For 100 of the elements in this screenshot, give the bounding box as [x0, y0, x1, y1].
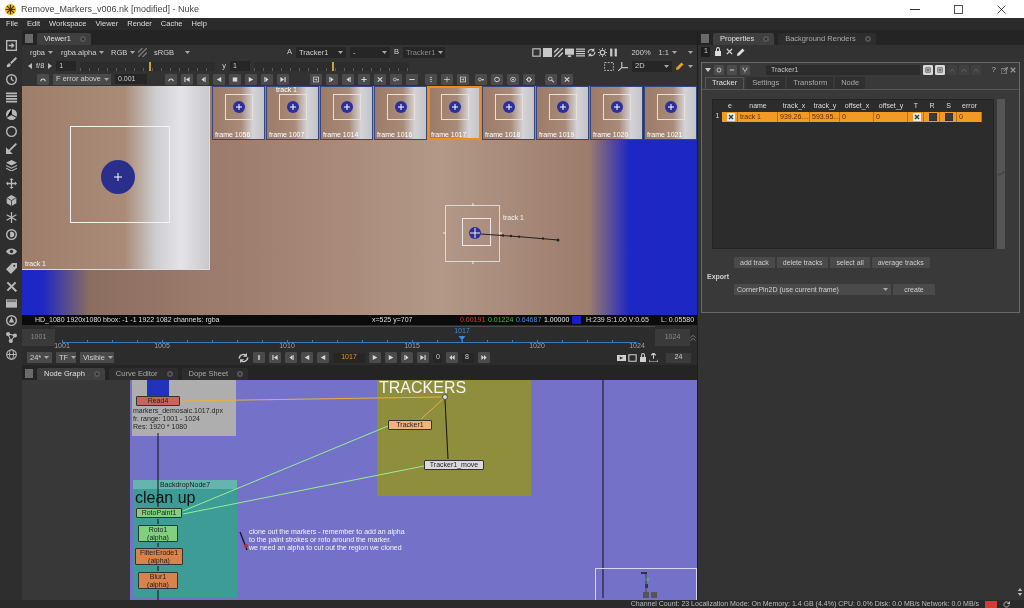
connection-line[interactable] — [157, 589, 159, 600]
crosshair-icon[interactable] — [441, 73, 453, 85]
skip-start-icon[interactable] — [269, 352, 281, 363]
connection-line[interactable] — [444, 399, 449, 460]
fast-forward-icon[interactable] — [478, 352, 490, 363]
box-arrow-icon[interactable] — [457, 73, 469, 85]
skip-end-icon[interactable] — [277, 73, 289, 85]
key-icon[interactable] — [475, 73, 487, 85]
step-back-icon[interactable] — [342, 73, 354, 85]
lines-icon[interactable] — [576, 48, 586, 57]
step-forward-icon[interactable] — [261, 73, 273, 85]
target-icon[interactable] — [507, 73, 519, 85]
gamma-slider[interactable] — [254, 61, 410, 71]
play-icon[interactable] — [369, 352, 381, 363]
play-backward-icon[interactable] — [213, 73, 225, 85]
frame-icon[interactable] — [628, 353, 637, 362]
connection-line[interactable] — [157, 518, 159, 525]
play-backward-icon[interactable] — [301, 352, 313, 363]
asterisk-icon[interactable] — [5, 211, 17, 223]
eye-icon[interactable] — [5, 246, 17, 258]
collapse-icon[interactable] — [705, 68, 711, 72]
upload-icon[interactable] — [649, 353, 658, 362]
maximize-icon[interactable] — [954, 4, 963, 14]
clock-icon[interactable] — [5, 74, 17, 86]
circle-icon[interactable] — [714, 65, 724, 75]
tracker-box[interactable] — [443, 203, 503, 265]
stacked-lines-icon[interactable] — [5, 91, 17, 103]
close-icon[interactable] — [1010, 67, 1016, 73]
loop-icon[interactable] — [238, 352, 249, 363]
cube-icon[interactable] — [5, 194, 17, 206]
globe-icon[interactable] — [5, 349, 17, 361]
triangle-circle-icon[interactable] — [5, 315, 17, 326]
layers-icon[interactable] — [5, 160, 17, 172]
refresh-icon[interactable] — [587, 48, 597, 57]
fork-icon[interactable] — [740, 65, 750, 75]
pencil-icon[interactable] — [737, 47, 745, 56]
minus-icon[interactable] — [406, 73, 418, 85]
arc-icon[interactable] — [37, 73, 49, 85]
nodes-icon[interactable] — [5, 332, 17, 344]
stripes-icon[interactable] — [554, 48, 564, 57]
refresh-icon[interactable] — [1003, 600, 1010, 608]
arrow-left-icon[interactable] — [28, 63, 32, 69]
step-back-icon[interactable] — [197, 73, 209, 85]
box-arrow-icon[interactable] — [5, 40, 17, 51]
rewind-icon[interactable] — [446, 352, 458, 363]
arrow-right-icon[interactable] — [48, 63, 53, 69]
float-icon[interactable] — [1001, 66, 1008, 74]
panel-icon[interactable] — [5, 297, 17, 309]
checkbox[interactable] — [945, 113, 953, 121]
connection-line[interactable] — [157, 432, 159, 508]
slider-thumb[interactable] — [331, 61, 334, 71]
video-icon[interactable] — [617, 353, 626, 362]
ring-icon[interactable] — [491, 73, 503, 85]
play-backward-icon[interactable] — [317, 352, 329, 363]
play-icon[interactable] — [385, 352, 397, 363]
move-icon[interactable] — [5, 177, 17, 189]
play-icon[interactable] — [245, 73, 257, 85]
ring-icon[interactable] — [5, 229, 17, 241]
connection-line[interactable] — [157, 542, 159, 548]
circle-icon[interactable] — [5, 125, 17, 137]
tag-icon[interactable] — [5, 263, 17, 275]
stop-icon[interactable] — [229, 73, 241, 85]
dashed-square-icon[interactable] — [604, 61, 614, 71]
framed-square-icon[interactable] — [934, 65, 945, 75]
gain-slider[interactable] — [80, 61, 216, 71]
step-back-icon[interactable] — [285, 352, 297, 363]
timeline-track[interactable] — [62, 340, 637, 343]
axis-icon[interactable] — [618, 61, 628, 71]
box-arrow-icon[interactable] — [310, 73, 322, 85]
x-icon[interactable] — [561, 73, 573, 85]
cross-icon[interactable] — [5, 280, 17, 292]
frame-icon[interactable] — [532, 48, 542, 57]
key-icon[interactable] — [390, 73, 402, 85]
dots-icon[interactable] — [425, 73, 437, 85]
arc-icon[interactable] — [165, 73, 177, 85]
checkbox[interactable] — [912, 113, 921, 121]
skip-start-icon[interactable] — [181, 73, 193, 85]
step-forward-icon[interactable] — [326, 73, 338, 85]
pie-icon[interactable] — [5, 108, 17, 120]
skip-end-icon[interactable] — [417, 352, 429, 363]
step-forward-icon[interactable] — [401, 352, 413, 363]
diagonal-arrow-icon[interactable] — [5, 143, 17, 155]
sun-icon[interactable] — [598, 48, 608, 57]
gear-icon[interactable] — [523, 73, 535, 85]
x-icon[interactable] — [374, 73, 386, 85]
slider-thumb[interactable] — [149, 61, 152, 71]
minimize-icon[interactable] — [910, 8, 920, 10]
scroll-arrows-icon[interactable] — [1017, 588, 1023, 596]
chevrons-icon[interactable] — [690, 334, 696, 341]
checkbox[interactable] — [928, 113, 937, 121]
magnifier-icon[interactable] — [545, 73, 557, 85]
square-icon[interactable] — [543, 48, 553, 57]
bar-icon[interactable] — [253, 352, 265, 363]
monitor-icon[interactable] — [565, 48, 575, 57]
playhead[interactable] — [458, 336, 466, 343]
junction-dot[interactable] — [442, 394, 448, 400]
plus-icon[interactable] — [358, 73, 370, 85]
checkbox[interactable] — [726, 113, 735, 121]
close-icon[interactable] — [997, 4, 1006, 14]
pencil-icon[interactable] — [676, 62, 684, 70]
